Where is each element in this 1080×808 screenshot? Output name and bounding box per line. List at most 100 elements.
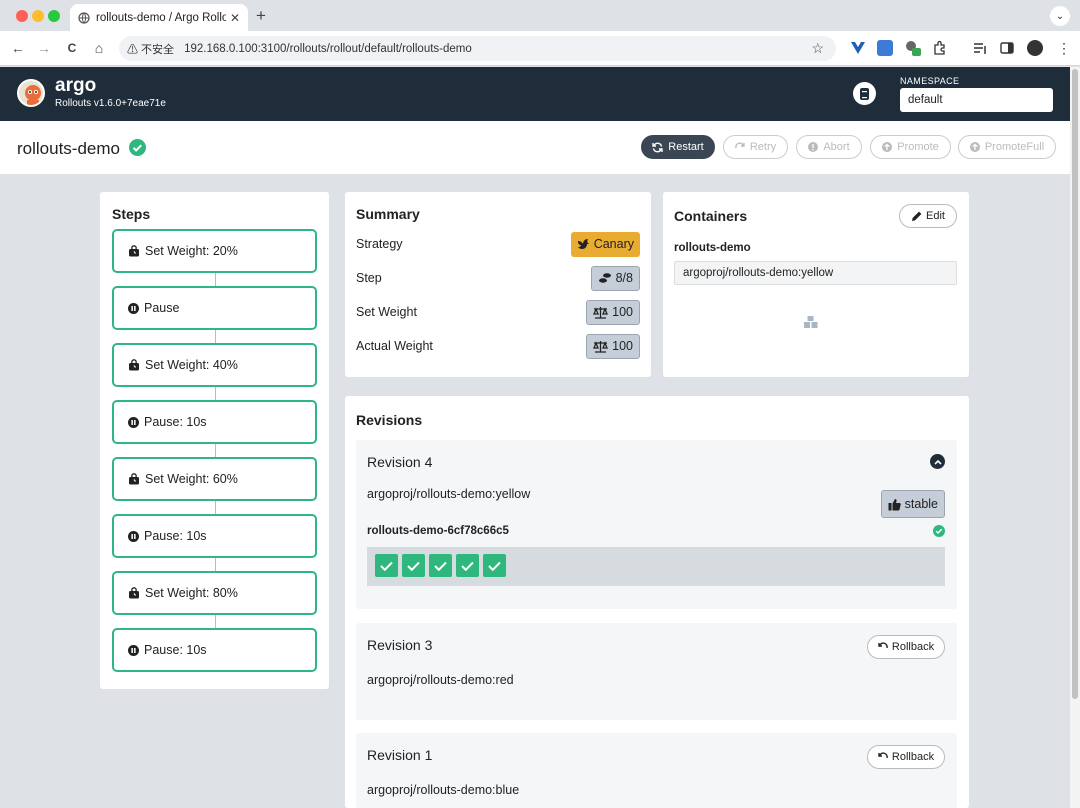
collapse-chevron-up-icon[interactable] (930, 454, 945, 469)
pod-healthy-check-icon[interactable] (429, 554, 452, 577)
minimize-window-button[interactable] (32, 10, 44, 22)
bookmark-star-icon[interactable]: ☆ (811, 40, 824, 57)
browser-menu-icon[interactable]: ⋮ (1056, 40, 1072, 56)
rollback-button[interactable]: Rollback (867, 745, 945, 769)
revision-image: argoproj/rollouts-demo:blue (367, 783, 520, 797)
abort-label: Abort (823, 141, 850, 153)
step-item: Set Weight: 60% (112, 457, 317, 501)
step-label: Pause: 10s (144, 529, 207, 543)
revision-image: argoproj/rollouts-demo:yellow (367, 487, 531, 501)
profile-avatar-icon[interactable] (1027, 40, 1043, 56)
home-button[interactable]: ⌂ (90, 39, 108, 57)
sync-icon (652, 142, 663, 152)
abort-button[interactable]: Abort (796, 135, 862, 159)
argo-logo-icon[interactable] (17, 79, 45, 107)
pod-healthy-check-icon[interactable] (375, 554, 398, 577)
step-connector (215, 444, 216, 457)
rollback-label: Rollback (891, 641, 935, 653)
edit-containers-button[interactable]: Edit (899, 204, 957, 228)
step-badge: 8/8 (590, 265, 640, 291)
healthy-check-icon (128, 139, 146, 156)
pause-icon (128, 644, 139, 656)
replicaset-name: rollouts-demo-6cf78c66c5 (367, 525, 509, 537)
extensions-puzzle-icon[interactable] (932, 40, 948, 56)
main-content: Steps Set Weight: 20% Pause Set Weight: 40… (0, 175, 1070, 808)
step-value: 8/8 (615, 271, 633, 285)
set-weight-badge: 100 (586, 299, 640, 325)
forward-button[interactable]: → (35, 39, 53, 57)
tab-close-icon[interactable]: ✕ (230, 11, 240, 25)
actual-weight-label: Actual Weight (356, 339, 433, 353)
namespace-input[interactable] (900, 88, 1053, 112)
pod-healthy-check-icon[interactable] (402, 554, 425, 577)
revision-card: Revision 1 Rollback argoproj/rollouts-de… (356, 733, 957, 808)
step-connector (215, 558, 216, 571)
step-connector (215, 273, 216, 286)
rollback-button[interactable]: Rollback (867, 635, 945, 659)
revisions-panel: Revisions Revision 4 argoproj/rollouts-d… (345, 396, 969, 808)
screenshot-extension-icon[interactable] (877, 40, 893, 56)
revisions-title: Revisions (356, 412, 423, 428)
address-bar[interactable]: ⚠ 不安全 192.168.0.100:3100/rollouts/rollou… (119, 36, 836, 61)
url-text[interactable]: 192.168.0.100:3100/rollouts/rollout/defa… (184, 43, 472, 55)
browser-tab-active[interactable]: rollouts-demo / Argo Rollouts ✕ (70, 4, 248, 31)
step-label: Set Weight: 80% (145, 586, 238, 600)
new-tab-button[interactable]: + (256, 6, 266, 26)
step-label: Set Weight: 60% (145, 472, 238, 486)
docs-book-icon[interactable] (853, 82, 876, 105)
set-weight-value: 100 (612, 305, 633, 319)
rollback-label: Rollback (891, 751, 935, 763)
steps-title: Steps (112, 206, 151, 222)
step-label: Set Weight: 20% (145, 244, 238, 258)
thumbs-up-icon (888, 498, 901, 510)
step-label: Set Weight: 40% (145, 358, 238, 372)
pause-icon (128, 530, 139, 542)
container-name: rollouts-demo (674, 242, 751, 254)
browser-toolbar: ← → C ⌂ ⚠ 不安全 192.168.0.100:3100/rollout… (0, 31, 1080, 66)
restart-button[interactable]: Restart (641, 135, 715, 159)
redo-icon (735, 142, 745, 149)
step-connector (215, 330, 216, 343)
security-warning[interactable]: ⚠ 不安全 (127, 41, 174, 57)
promote-label: Promote (897, 141, 939, 153)
brand-name: argo (55, 75, 97, 96)
stable-badge: stable (880, 490, 945, 518)
step-label: Pause (144, 301, 180, 315)
close-window-button[interactable] (16, 10, 28, 22)
revision-card: Revision 4 argoproj/rollouts-demo:yellow… (356, 440, 957, 609)
exclamation-circle-icon (808, 142, 819, 152)
pods-strip (367, 547, 945, 586)
undo-icon (878, 642, 888, 649)
pause-icon (128, 302, 139, 314)
rollout-toolbar: rollouts-demo Restart Retry Abort Promot… (0, 121, 1070, 175)
extension-badge-icon[interactable] (905, 40, 921, 56)
pod-healthy-check-icon[interactable] (483, 554, 506, 577)
rollout-heading: rollouts-demo (17, 139, 146, 159)
tab-search-button[interactable]: ⌄ (1050, 6, 1070, 26)
replicaset-healthy-check-icon (933, 525, 945, 540)
page-scrollbar[interactable] (1070, 67, 1080, 808)
retry-label: Retry (749, 141, 777, 153)
scrollbar-thumb[interactable] (1072, 69, 1078, 699)
edit-label: Edit (926, 210, 945, 222)
dove-icon (577, 239, 589, 249)
back-button[interactable]: ← (9, 39, 27, 57)
step-item: Set Weight: 20% (112, 229, 317, 273)
side-panel-icon[interactable] (999, 40, 1015, 56)
retry-button[interactable]: Retry (723, 135, 788, 159)
containers-panel: Containers Edit rollouts-demo argoproj/r… (663, 192, 969, 377)
reading-list-icon[interactable] (972, 40, 988, 56)
promote-full-button[interactable]: PromoteFull (958, 135, 1056, 159)
zoom-window-button[interactable] (48, 10, 60, 22)
steps-list: Set Weight: 20% Pause Set Weight: 40% Pause… (112, 229, 317, 672)
cubes-icon (803, 315, 819, 332)
pod-healthy-check-icon[interactable] (456, 554, 479, 577)
step-label: Pause: 10s (144, 643, 207, 657)
vue-devtools-extension-icon[interactable] (850, 40, 866, 56)
promote-button[interactable]: Promote (870, 135, 951, 159)
step-item: Pause: 10s (112, 400, 317, 444)
strategy-label: Strategy (356, 237, 403, 251)
reload-button[interactable]: C (63, 39, 81, 57)
revision-title: Revision 1 (367, 747, 433, 763)
arrow-up-circle-icon (969, 142, 980, 152)
